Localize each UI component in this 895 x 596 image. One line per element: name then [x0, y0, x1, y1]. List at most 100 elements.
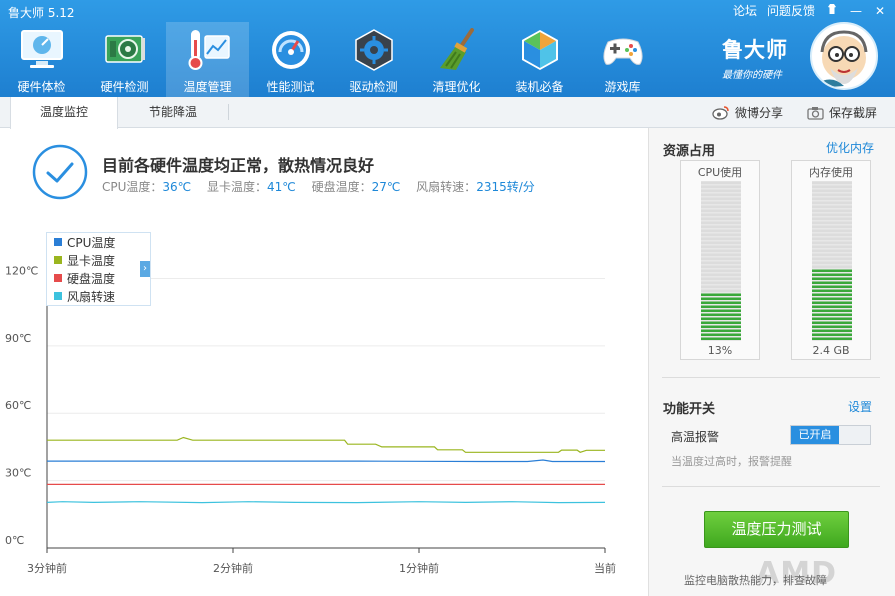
tab-energy-saving[interactable]: 节能降温 — [118, 97, 228, 128]
gamepad-icon — [602, 38, 643, 65]
series-line-CPU温度 — [47, 459, 605, 463]
nav-hardware-checkup[interactable]: 硬件体检 — [0, 22, 83, 97]
section-divider — [662, 486, 880, 487]
nav-label: 温度管理 — [183, 80, 232, 94]
alarm-description: 当温度过高时，报警提醒 — [671, 455, 792, 468]
brand: 鲁大师 最懂你的硬件 — [722, 34, 788, 81]
mascot-avatar[interactable] — [810, 22, 878, 90]
meter-segment-empty — [812, 229, 852, 232]
meter-segment-filled — [812, 305, 852, 308]
meter-segment-empty — [812, 181, 852, 184]
legend-item: 硬盘温度 — [47, 269, 150, 287]
nav-games[interactable]: 游戏库 — [581, 22, 664, 97]
nav-driver[interactable]: 驱动检测 — [332, 22, 415, 97]
cpu-usage-meter: CPU使用 13% — [680, 160, 760, 360]
meter-segment-empty — [812, 185, 852, 188]
x-tick-label: 3分钟前 — [27, 561, 67, 575]
meter-segment-filled — [812, 337, 852, 340]
meter-segment-empty — [812, 257, 852, 260]
gpu-temp-label: 显卡温度： — [206, 180, 267, 194]
meter-segment-filled — [812, 301, 852, 304]
meter-segment-empty — [701, 229, 741, 232]
meter-segment-filled — [701, 337, 741, 340]
meter-segment-empty — [812, 245, 852, 248]
meter-segment-filled — [812, 333, 852, 336]
meter-segment-filled — [812, 289, 852, 292]
meter-segment-filled — [812, 281, 852, 284]
memory-usage-label: 内存使用 — [809, 166, 853, 179]
nav-hardware-detect[interactable]: 硬件检测 — [83, 22, 166, 97]
forum-link[interactable]: 论坛 — [733, 2, 757, 19]
nav-temperature[interactable]: 温度管理 — [166, 22, 249, 97]
monitor-icon — [20, 30, 63, 68]
tab-temperature-monitor[interactable]: 温度监控 — [10, 97, 118, 129]
meter-segment-empty — [701, 277, 741, 280]
meter-segment-filled — [812, 321, 852, 324]
legend-label: 显卡温度 — [67, 253, 116, 268]
memory-usage-meter: 内存使用 2.4 GB — [791, 160, 871, 360]
meter-segment-filled — [701, 309, 741, 312]
legend-label: 风扇转速 — [67, 289, 116, 304]
meter-segment-filled — [812, 297, 852, 300]
nav-label: 清理优化 — [432, 80, 481, 94]
settings-link[interactable]: 设置 — [848, 398, 872, 415]
meter-segment-filled — [701, 321, 741, 324]
meter-segment-empty — [812, 193, 852, 196]
meter-segment-empty — [812, 249, 852, 252]
skin-icon[interactable] — [825, 3, 839, 18]
meter-segment-empty — [701, 233, 741, 236]
minimize-button[interactable]: — — [849, 4, 863, 18]
close-button[interactable]: ✕ — [873, 4, 887, 18]
nav-cleanup[interactable]: 清理优化 — [415, 22, 498, 97]
meter-segment-empty — [812, 189, 852, 192]
high-temp-alarm-toggle[interactable]: 已开启 — [790, 425, 871, 445]
disk-temp-value: 27℃ — [371, 180, 401, 194]
meter-segment-empty — [701, 193, 741, 196]
meter-segment-filled — [812, 269, 852, 272]
optimize-memory-link[interactable]: 优化内存 — [826, 139, 874, 156]
meter-segment-empty — [812, 225, 852, 228]
gpu-temp-value: 41℃ — [267, 180, 296, 194]
feedback-link[interactable]: 问题反馈 — [767, 2, 815, 19]
brand-name: 鲁大师 — [722, 38, 788, 62]
meter-segment-filled — [812, 293, 852, 296]
nav-performance[interactable]: 性能测试 — [249, 22, 332, 97]
meter-segment-filled — [812, 285, 852, 288]
meter-segment-filled — [812, 277, 852, 280]
status-readings: CPU温度：36℃ 显卡温度：41℃ 硬盘温度：27℃ 风扇转速：2315转/分 — [102, 178, 535, 195]
mascot-face-icon — [816, 30, 868, 88]
meter-segment-empty — [701, 197, 741, 200]
legend-label: 硬盘温度 — [67, 271, 116, 286]
memory-usage-value: 2.4 GB — [812, 344, 850, 357]
driver-gear-icon — [354, 29, 393, 71]
window-controls: 论坛 问题反馈 — ✕ — [733, 2, 887, 19]
legend-swatch — [54, 274, 62, 282]
cpu-usage-label: CPU使用 — [697, 166, 743, 179]
fan-speed-value: 2315转/分 — [476, 180, 535, 194]
meter-segment-filled — [701, 305, 741, 308]
speedometer-icon — [271, 31, 310, 69]
meter-segment-empty — [812, 241, 852, 244]
meter-segment-empty — [812, 261, 852, 264]
stress-test-button[interactable]: 温度压力测试 — [704, 511, 849, 548]
meter-segment-filled — [812, 317, 852, 320]
functions-title: 功能开关 — [663, 402, 716, 417]
meter-segment-filled — [701, 297, 741, 300]
weibo-share-button[interactable]: 微博分享 — [712, 104, 783, 121]
memory-usage-bar — [812, 181, 852, 341]
meter-segment-empty — [701, 289, 741, 292]
meter-segment-empty — [701, 201, 741, 204]
meter-segment-empty — [701, 221, 741, 224]
cpu-temp-value: 36℃ — [162, 180, 192, 194]
y-tick-label: 60℃ — [5, 399, 31, 412]
meter-segment-filled — [701, 325, 741, 328]
resources-title: 资源占用 — [663, 144, 716, 159]
legend-collapse-button[interactable]: › — [140, 261, 150, 277]
save-screenshot-button[interactable]: 保存截屏 — [807, 104, 877, 121]
nav-label: 性能测试 — [266, 80, 315, 94]
meter-segment-empty — [701, 185, 741, 188]
nav-essentials[interactable]: 装机必备 — [498, 22, 581, 97]
meter-segment-empty — [812, 221, 852, 224]
meter-segment-empty — [701, 269, 741, 272]
y-tick-label: 90℃ — [5, 332, 31, 345]
